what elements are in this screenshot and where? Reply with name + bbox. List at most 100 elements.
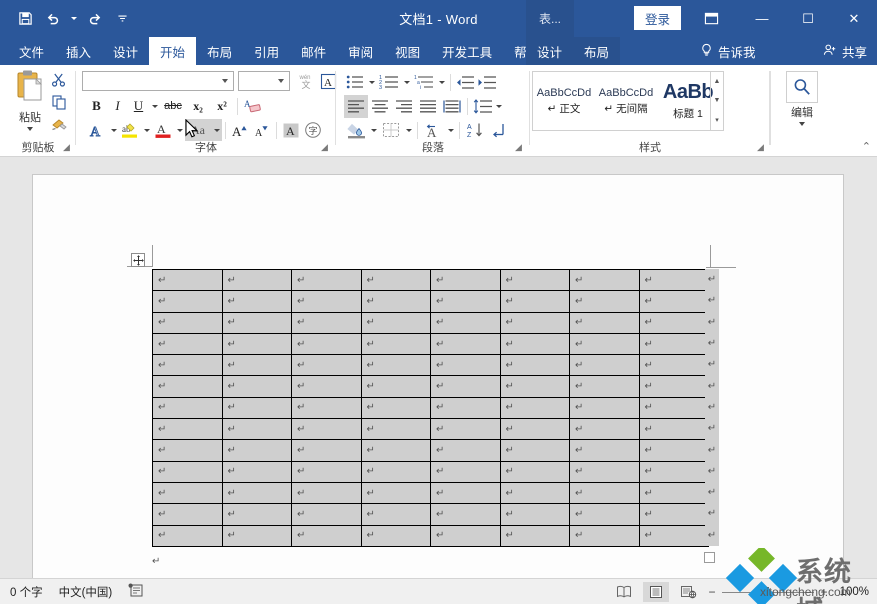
table-row[interactable]: ↵ ↵ ↵ ↵ ↵ ↵ ↵ ↵ [152,418,709,441]
superscript-button[interactable]: x² [210,95,234,117]
table-cell[interactable]: ↵ [291,418,362,441]
table-cell[interactable]: ↵ [569,396,640,420]
table-cell[interactable]: ↵ [221,375,292,398]
table-cell[interactable]: ↵ [499,332,570,356]
table-cell[interactable]: ↵ [569,524,640,547]
shading-dropdown-icon[interactable] [368,119,379,141]
table-cell[interactable]: ↵ [430,396,501,420]
table-row[interactable]: ↵ ↵ ↵ ↵ ↵ ↵ ↵ ↵ [152,481,709,505]
table-cell[interactable]: ↵ [430,332,501,356]
table-cell[interactable]: ↵ [360,460,431,483]
tab-table-design[interactable]: 设计 [526,37,573,65]
highlight-dropdown-icon[interactable] [141,119,152,141]
table-cell[interactable]: ↵ [221,439,292,462]
print-layout-icon[interactable] [643,582,669,602]
strikethrough-button[interactable]: abc [160,95,186,117]
phonetic-guide-icon[interactable]: wén 文 [294,70,316,92]
table-cell[interactable]: ↵ [638,396,709,420]
table-cell[interactable]: ↵ [291,332,362,356]
table-row[interactable]: ↵ ↵ ↵ ↵ ↵ ↵ ↵ ↵ [152,396,709,420]
text-effects-A-icon[interactable]: A [86,119,108,141]
tab-insert[interactable]: 插入 [55,37,102,65]
table-cell[interactable]: ↵ [221,290,292,313]
sign-in-button[interactable]: 登录 [634,6,682,30]
table-cell[interactable]: ↵ [499,396,570,420]
styles-scroll-up-icon[interactable]: ▲ [711,72,723,91]
table-cell[interactable]: ↵ [499,481,570,505]
table-cell[interactable]: ↵ [221,311,292,334]
close-button[interactable]: ✕ [831,0,877,37]
table-cell[interactable]: ↵ [638,460,709,483]
table-cell[interactable]: ↵ [569,332,640,356]
tab-file[interactable]: 文件 [8,37,55,65]
table-cell[interactable]: ↵ [291,481,362,505]
table-cell[interactable]: ↵ [360,311,431,334]
table-cell[interactable]: ↵ [291,503,362,526]
table-cell[interactable]: ↵ [430,418,501,441]
table-cell[interactable]: ↵ [430,503,501,526]
tab-home[interactable]: 开始 [149,37,197,65]
change-case-dropdown-icon[interactable] [211,119,222,141]
italic-button[interactable]: I [107,95,128,117]
align-right-icon[interactable] [392,96,416,118]
table-cell[interactable]: ↵ [430,439,501,462]
table-cell[interactable]: ↵ [360,439,431,462]
text-highlight-icon[interactable]: ab [119,119,141,141]
editing-dropdown-icon[interactable] [799,122,805,126]
subscript-button[interactable]: x₂ [186,95,210,117]
table-row[interactable]: ↵ ↵ ↵ ↵ ↵ ↵ ↵ ↵ [152,375,709,398]
align-left-icon[interactable] [344,95,368,118]
maximize-button[interactable]: ☐ [785,0,831,37]
styles-scrollbar[interactable]: ▲ ▼ ▾ [710,72,723,130]
table-cell[interactable]: ↵ [499,418,570,441]
table-cell[interactable]: ↵ [291,354,362,377]
table-cell[interactable]: ↵ [291,524,362,547]
table-cell[interactable]: ↵ [569,354,640,377]
table-resize-handle-icon[interactable] [704,552,715,563]
scissors-icon[interactable] [46,69,72,91]
table-row[interactable]: ↵ ↵ ↵ ↵ ↵ ↵ ↵ ↵ [152,290,709,313]
table-cell[interactable]: ↵ [430,268,501,292]
table-cell[interactable]: ↵ [152,290,223,313]
table-cell[interactable]: ↵ [221,481,292,505]
minimize-button[interactable]: — [739,0,785,37]
asian-layout-icon[interactable]: A [421,119,445,141]
table-cell[interactable]: ↵ [221,460,292,483]
decrease-indent-icon[interactable] [454,71,476,93]
share-button[interactable]: 共享 [823,37,867,65]
table-cell[interactable]: ↵ [360,332,431,356]
table-cell[interactable]: ↵ [360,503,431,526]
table-cell[interactable]: ↵ [499,290,570,313]
table-cell[interactable]: ↵ [291,311,362,334]
table-cell[interactable]: ↵ [152,375,223,398]
table-cell[interactable]: ↵ [499,503,570,526]
table-row[interactable]: ↵ ↵ ↵ ↵ ↵ ↵ ↵ ↵ [152,332,709,356]
copy-icon[interactable] [46,91,72,113]
table-cell[interactable]: ↵ [360,481,431,505]
tab-developer[interactable]: 开发工具 [431,37,503,65]
table-cell[interactable]: ↵ [360,375,431,398]
text-effects-dropdown-icon[interactable] [108,119,119,141]
table-cell[interactable]: ↵ [430,481,501,505]
table-cell[interactable]: ↵ [221,354,292,377]
bold-button[interactable]: B [86,95,107,117]
table-cell[interactable]: ↵ [569,311,640,334]
line-spacing-icon[interactable] [471,96,493,118]
show-formatting-marks-icon[interactable] [487,119,511,141]
table-cell[interactable]: ↵ [221,396,292,420]
tab-table-layout[interactable]: 布局 [573,37,620,65]
numbered-list-icon[interactable]: 123 [377,71,401,93]
table-cell[interactable]: ↵ [638,418,709,441]
collapse-ribbon-chevron-icon[interactable]: ⌃ [862,140,871,153]
numbering-dropdown-icon[interactable] [401,71,412,93]
table-cell[interactable]: ↵ [569,481,640,505]
table-cell[interactable]: ↵ [638,354,709,377]
sort-az-icon[interactable]: AZ [463,119,487,141]
table-cell[interactable]: ↵ [499,439,570,462]
table-move-handle-icon[interactable] [131,253,145,267]
tab-mailings[interactable]: 邮件 [290,37,337,65]
table-row[interactable]: ↵ ↵ ↵ ↵ ↵ ↵ ↵ ↵ [152,311,709,334]
table-cell[interactable]: ↵ [152,481,223,505]
multilevel-dropdown-icon[interactable] [436,71,447,93]
table-cell[interactable]: ↵ [499,311,570,334]
